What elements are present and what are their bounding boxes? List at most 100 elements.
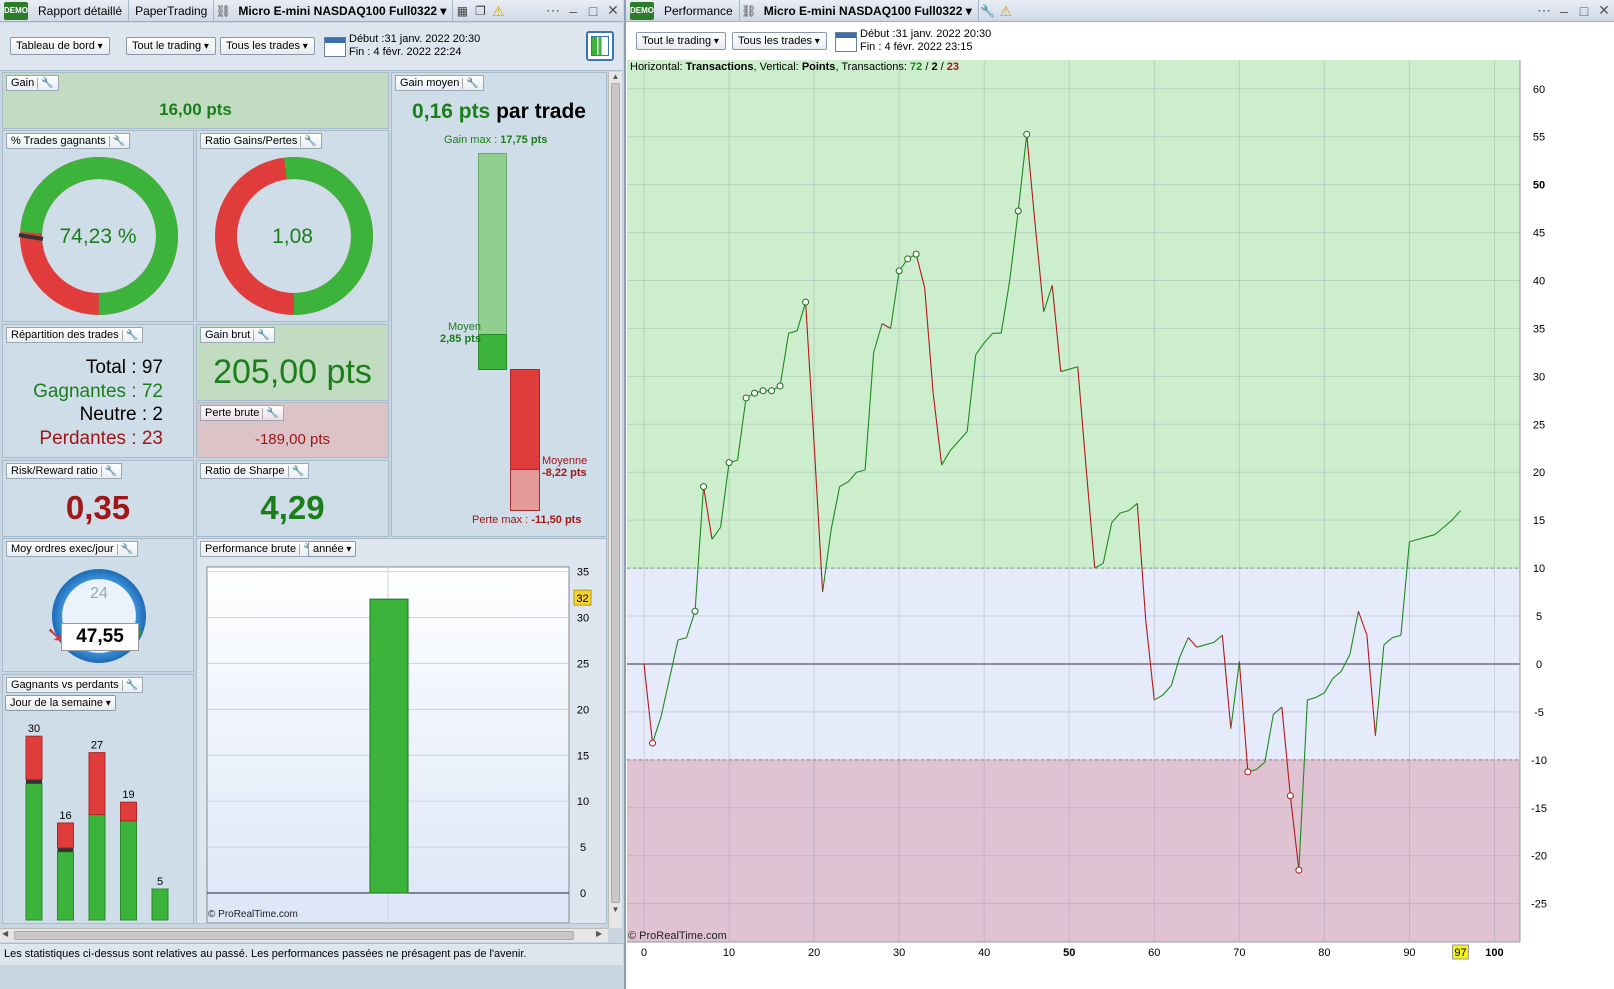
chart-icon[interactable]: ▦ [453, 2, 471, 20]
orders-title[interactable]: Moy ordres exec/jour 🔧 [6, 541, 139, 557]
dashboard-dropdown[interactable]: Tableau de bord [10, 37, 110, 55]
end-date: Fin : 4 févr. 2022 23:15 [860, 41, 973, 53]
tab-detailed-report[interactable]: Rapport détaillé [32, 0, 130, 21]
tab-performance[interactable]: Performance [658, 0, 740, 21]
chart-header: Horizontal: Transactions, Vertical: Poin… [630, 61, 960, 73]
x-tick-label: 60 [1148, 947, 1160, 959]
gross-loss-panel: Perte brute 🔧 -189,00 pts [196, 402, 389, 458]
gain-value: 16,00 pts [159, 100, 232, 119]
gross-perf-value-label: 32 [576, 593, 588, 605]
winning-pct-title[interactable]: % Trades gagnants 🔧 [6, 133, 131, 149]
x-tick-label: 10 [723, 947, 735, 959]
right-toolbar: Tout le trading Tous les trades Début :3… [626, 23, 1614, 60]
y-tick-label: 0 [1536, 659, 1542, 671]
report-settings-icon[interactable] [586, 31, 614, 61]
gross-gain-value: 205,00 pts [213, 353, 372, 391]
minimize-icon[interactable]: – [563, 3, 583, 19]
winloss-total-label: 30 [28, 723, 40, 735]
orders-value: 47,55 [61, 623, 139, 651]
start-date: Début :31 janv. 2022 20:30 [349, 33, 481, 45]
sharpe-title[interactable]: Ratio de Sharpe 🔧 [200, 463, 309, 479]
x-tick-label: 20 [808, 947, 820, 959]
y-tick-label: 15 [1533, 515, 1545, 527]
wrench-icon: 🔧 [287, 466, 304, 477]
gross-gain-title[interactable]: Gain brut 🔧 [200, 327, 275, 343]
calendar-icon[interactable] [324, 37, 346, 57]
hscroll-thumb[interactable] [14, 931, 574, 940]
avg-gain-panel: Gain moyen 🔧 0,16 pts par trade Gain max … [391, 72, 607, 537]
scrollbar-thumb[interactable] [611, 83, 620, 903]
close-icon[interactable]: ✕ [1594, 2, 1614, 19]
avg-gain-suffix: par trade [496, 100, 586, 123]
trades-filter-dropdown[interactable]: Tous les trades [732, 32, 827, 50]
winloss-win-bar [151, 888, 169, 921]
distribution-title[interactable]: Répartition des trades 🔧 [6, 327, 144, 343]
warning-icon[interactable]: ⚠ [997, 2, 1015, 20]
y-tick-label: 20 [1533, 467, 1545, 479]
close-icon[interactable]: ✕ [603, 2, 623, 19]
distribution-losers: Perdantes : 23 [39, 427, 163, 449]
clock-label: 24 [90, 585, 108, 602]
disclaimer-footer: Les statistiques ci-dessus sont relative… [0, 943, 623, 965]
gross-perf-title[interactable]: Performance brute🔧 [200, 541, 321, 557]
wrench-icon[interactable]: 🔧 [979, 2, 997, 20]
avg-loss-bar [510, 369, 540, 470]
gross-loss-value: -189,00 pts [254, 431, 331, 448]
y-tick-label: 10 [1533, 563, 1545, 575]
calendar-icon[interactable] [835, 32, 857, 52]
maximize-icon[interactable]: □ [583, 3, 603, 19]
equity-marker [1286, 792, 1294, 800]
equity-marker [751, 389, 759, 397]
winloss-period-dropdown[interactable]: Jour de la semaine [5, 695, 116, 711]
instrument-selector[interactable]: Micro E-mini NASDAQ100 Full0322 ▾ [758, 0, 979, 21]
distribution-winners: Gagnantes : 72 [33, 380, 163, 402]
risk-reward-panel: Risk/Reward ratio 🔧 0,35 [2, 460, 194, 537]
gross-perf-period-dropdown[interactable]: année [308, 541, 357, 557]
tab-papertrading[interactable]: PaperTrading [129, 0, 215, 21]
horizontal-scrollbar[interactable]: ◀ ▶ [0, 928, 608, 942]
avg-gain-bar [478, 334, 507, 370]
y-tick-label: 5 [1536, 611, 1542, 623]
gross-perf-tick-label: 5 [580, 842, 586, 854]
equity-marker [700, 483, 708, 491]
gross-loss-title[interactable]: Perte brute 🔧 [200, 405, 284, 421]
winloss-chart: 30 lun. 16 mar. 27 mer. 19 jeu. 5 ven. [25, 723, 169, 924]
avg-gain-title[interactable]: Gain moyen 🔧 [395, 75, 484, 91]
gross-perf-bar [369, 598, 409, 894]
share-icon[interactable]: ⋯ [543, 2, 563, 19]
gross-perf-panel: Performance brute🔧 année 353025201510503… [196, 538, 607, 924]
equity-marker [691, 607, 699, 615]
winloss-day-label: mer. [88, 923, 106, 924]
equity-marker [759, 387, 767, 395]
performance-chart[interactable]: 605550454035302520151050-5-10-15-20-250 1… [626, 60, 1614, 989]
minimize-icon[interactable]: – [1554, 3, 1574, 19]
y-tick-label: 50 [1533, 180, 1545, 192]
trading-filter-dropdown[interactable]: Tout le trading [126, 37, 216, 55]
sharpe-panel: Ratio de Sharpe 🔧 4,29 [196, 460, 389, 537]
copy-icon[interactable]: ❐ [471, 2, 489, 20]
gross-perf-chart: 35 30 25 20 15 10 5 0 32 [206, 566, 592, 923]
instrument-selector[interactable]: Micro E-mini NASDAQ100 Full0322 ▾ [232, 0, 454, 21]
warning-icon[interactable]: ⚠ [489, 2, 507, 20]
trades-filter-dropdown[interactable]: Tous les trades [220, 37, 315, 55]
chart-copyright: © ProRealTime.com [628, 930, 727, 942]
risk-reward-title[interactable]: Risk/Reward ratio 🔧 [6, 463, 123, 479]
gain-title[interactable]: Gain 🔧 [6, 75, 59, 91]
gross-perf-tick-label: 35 [577, 567, 589, 579]
share-icon[interactable]: ⋯ [1534, 2, 1554, 19]
ratio-title[interactable]: Ratio Gains/Pertes 🔧 [200, 133, 322, 149]
equity-marker [1014, 207, 1022, 215]
ratio-value: 1,08 [272, 225, 313, 248]
winloss-total-label: 27 [91, 740, 103, 752]
link-icon[interactable]: ⛓ [740, 2, 758, 20]
maximize-icon[interactable]: □ [1574, 3, 1594, 19]
link-icon[interactable]: ⛓ [214, 2, 232, 20]
avg-label: Moyen 2,85 pts [440, 321, 481, 345]
avg-loss-label: Moyenne -8,22 pts [542, 455, 588, 479]
vertical-scrollbar[interactable]: ▲ ▼ [608, 72, 622, 928]
wrench-icon: 🔧 [121, 680, 138, 691]
winloss-title[interactable]: Gagnants vs perdants 🔧 [6, 677, 144, 693]
trading-filter-dropdown[interactable]: Tout le trading [636, 32, 726, 50]
equity-marker [904, 255, 912, 263]
gain-panel: Gain 🔧 16,00 pts [2, 72, 389, 129]
